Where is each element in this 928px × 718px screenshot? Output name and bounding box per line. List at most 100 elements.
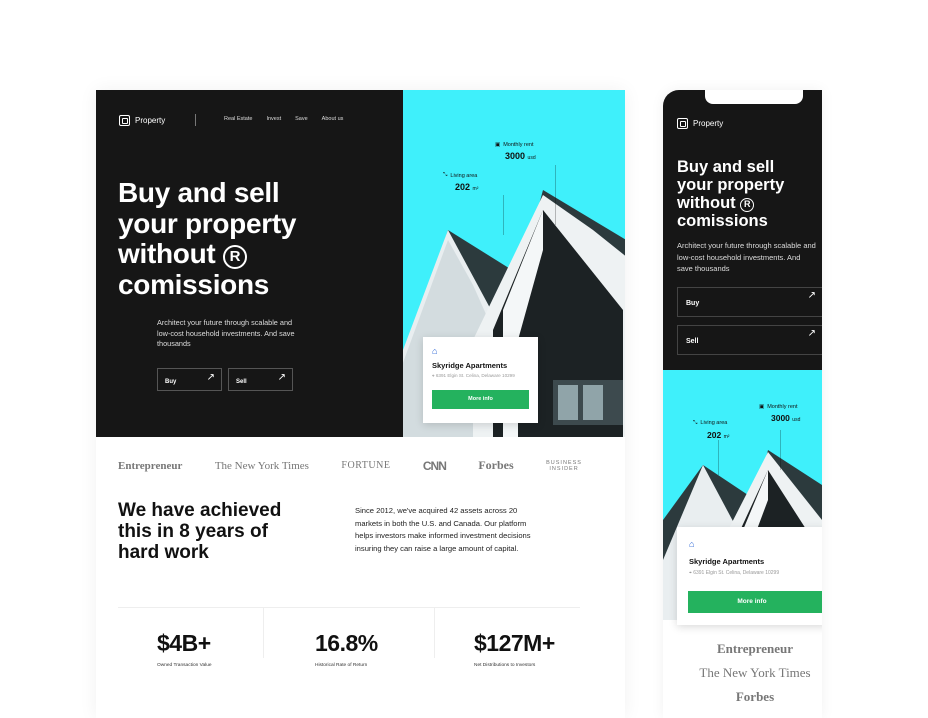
rent-value: 3000	[505, 151, 526, 161]
hero-title-line-4: comissions	[118, 268, 270, 300]
mobile-mockup: Property Buy and sell your property with…	[663, 90, 822, 718]
area-value: 202	[707, 430, 722, 440]
logo-forbes: Forbes	[735, 689, 775, 704]
listing-address: ⌖ 6391 Elgin St. Celina, Delaware 10299	[432, 373, 515, 378]
mobile-title-line-3: without	[677, 194, 736, 212]
nav-item-save[interactable]: Save	[295, 116, 308, 122]
listing-address-text: 6391 Elgin St. Celina, Delaware 10299	[435, 373, 515, 378]
logo-business-insider: BUSINESS INSIDER	[546, 460, 582, 472]
living-area-tag: ⤡ Living area 202 m²	[443, 172, 478, 192]
area-value: 202	[455, 182, 471, 192]
rent-label: Monthly rent	[767, 404, 798, 410]
ruler-icon: ⤡	[443, 172, 448, 178]
buy-button[interactable]: Buy ↗	[157, 368, 222, 391]
rent-label: Monthly rent	[503, 142, 534, 148]
mobile-title-line-1: Buy and sell	[677, 158, 775, 176]
mobile-buy-label: Buy	[686, 300, 700, 307]
mobile-listing-card: ⌂ Skyridge Apartments ⌖ 6391 Elgin St. C…	[677, 527, 822, 625]
listing-address-text: 6391 Elgin St. Celina, Delaware 10299	[693, 570, 780, 576]
more-info-button[interactable]: More info	[432, 390, 529, 409]
achievement-title: We have achieved this in 8 years of hard…	[118, 500, 282, 563]
registered-symbol: R	[740, 198, 755, 212]
monthly-rent-tag: ▣ Monthly rent 3000 usd	[495, 142, 536, 161]
stat-label: Historical Rate of Return	[315, 663, 368, 668]
nav-item-about-us[interactable]: About us	[322, 116, 344, 122]
logo-icon	[119, 115, 130, 126]
rent-value: 3000	[771, 413, 790, 423]
stat-rate-of-return: 16.8% Historical Rate of Return	[315, 630, 378, 668]
stat-net-distributions: $127M+ Net Distributions to Investors	[474, 630, 555, 668]
sell-button-label: Sell	[236, 379, 247, 385]
mobile-press-logos: Entrepreneur The New York Times Forbes	[663, 641, 822, 713]
arrow-up-right-icon: ↗	[807, 290, 816, 301]
stat-label: Owned Transaction Value	[157, 663, 212, 668]
sell-button[interactable]: Sell ↗	[228, 368, 293, 391]
mobile-sell-label: Sell	[686, 338, 699, 345]
rent-unit: usd	[792, 417, 801, 423]
arrow-up-right-icon: ↗	[277, 372, 286, 383]
listing-name: Skyridge Apartments	[689, 557, 765, 566]
mobile-title-line-2: your property	[677, 176, 785, 194]
calendar-icon: ▣	[495, 142, 501, 148]
mobile-brand-name: Property	[693, 119, 724, 128]
brand-name: Property	[135, 116, 166, 125]
rent-pointer-line	[555, 165, 556, 225]
area-pointer-line	[503, 195, 504, 235]
mobile-living-area-tag: ⤡ Living area 202 m²	[693, 420, 729, 440]
mobile-hero-dark: Property Buy and sell your property with…	[663, 90, 822, 370]
listing-name: Skyridge Apartments	[432, 361, 508, 370]
stat-value: $4B+	[157, 630, 211, 656]
nav-divider	[195, 114, 196, 126]
house-icon: ⌂	[689, 539, 695, 549]
listing-card: ⌂ Skyridge Apartments ⌖ 6391 Elgin St. C…	[423, 337, 538, 423]
house-icon: ⌂	[432, 346, 438, 356]
stat-separator	[263, 608, 264, 658]
rent-pointer-line	[780, 430, 781, 470]
logo-fortune: FORTUNE	[341, 460, 391, 471]
stats-divider	[118, 607, 580, 608]
mobile-title-line-4: comissions	[677, 212, 768, 230]
desktop-mockup: Property Real Estate Invest Save About u…	[96, 90, 625, 718]
area-unit: m²	[723, 434, 730, 440]
area-unit: m²	[472, 186, 479, 192]
ruler-icon: ⤡	[693, 420, 698, 426]
mobile-brand-logo[interactable]: Property	[677, 118, 723, 129]
buy-button-label: Buy	[165, 379, 177, 385]
nav-item-real-estate[interactable]: Real Estate	[224, 116, 252, 122]
area-label: Living area	[450, 172, 478, 179]
brand-logo[interactable]: Property	[119, 115, 165, 126]
hero-description: Architect your future through scalable a…	[157, 318, 295, 348]
logo-forbes: Forbes	[478, 458, 514, 472]
arrow-up-right-icon: ↗	[807, 328, 816, 339]
mobile-more-info-button[interactable]: More info	[688, 591, 822, 613]
achievement-text: Since 2012, we've acquired 42 assets acr…	[355, 506, 531, 553]
hero-title-line-3: without	[118, 238, 216, 269]
logo-icon	[677, 118, 688, 129]
hero-title-line-1: Buy and sell	[118, 177, 280, 208]
logo-nyt: The New York Times	[699, 665, 811, 680]
hero-dark-panel: Property Real Estate Invest Save About u…	[96, 90, 403, 437]
hero-title-line-2: your property	[118, 207, 297, 239]
hero-title: Buy and sell your property without R com…	[118, 177, 338, 300]
mobile-hero-description: Architect your future through scalable a…	[677, 241, 816, 273]
arrow-up-right-icon: ↗	[206, 372, 215, 383]
mobile-hero-title: Buy and sell your property without R com…	[677, 158, 817, 230]
mobile-buy-button[interactable]: Buy ↗	[677, 287, 822, 317]
logo-nyt: The New York Times	[214, 459, 309, 472]
stat-separator	[434, 608, 435, 658]
main-nav: Real Estate Invest Save About us	[224, 116, 343, 122]
listing-address: ⌖ 6391 Elgin St. Celina, Delaware 10299	[689, 570, 779, 576]
nav-item-invest[interactable]: Invest	[266, 116, 281, 122]
area-pointer-line	[718, 440, 719, 475]
phone-notch	[705, 90, 803, 104]
stat-label: Net Distributions to Investors	[474, 663, 536, 668]
stat-value: 16.8%	[315, 630, 378, 656]
rent-unit: usd	[527, 155, 536, 161]
stat-value: $127M+	[474, 630, 555, 656]
area-label: Living area	[700, 420, 728, 426]
logo-entrepreneur: Entrepreneur	[716, 641, 794, 656]
mobile-sell-button[interactable]: Sell ↗	[677, 325, 822, 355]
registered-symbol: R	[222, 245, 247, 269]
calendar-icon: ▣	[759, 404, 765, 410]
logo-cnn: CNN	[422, 458, 447, 473]
